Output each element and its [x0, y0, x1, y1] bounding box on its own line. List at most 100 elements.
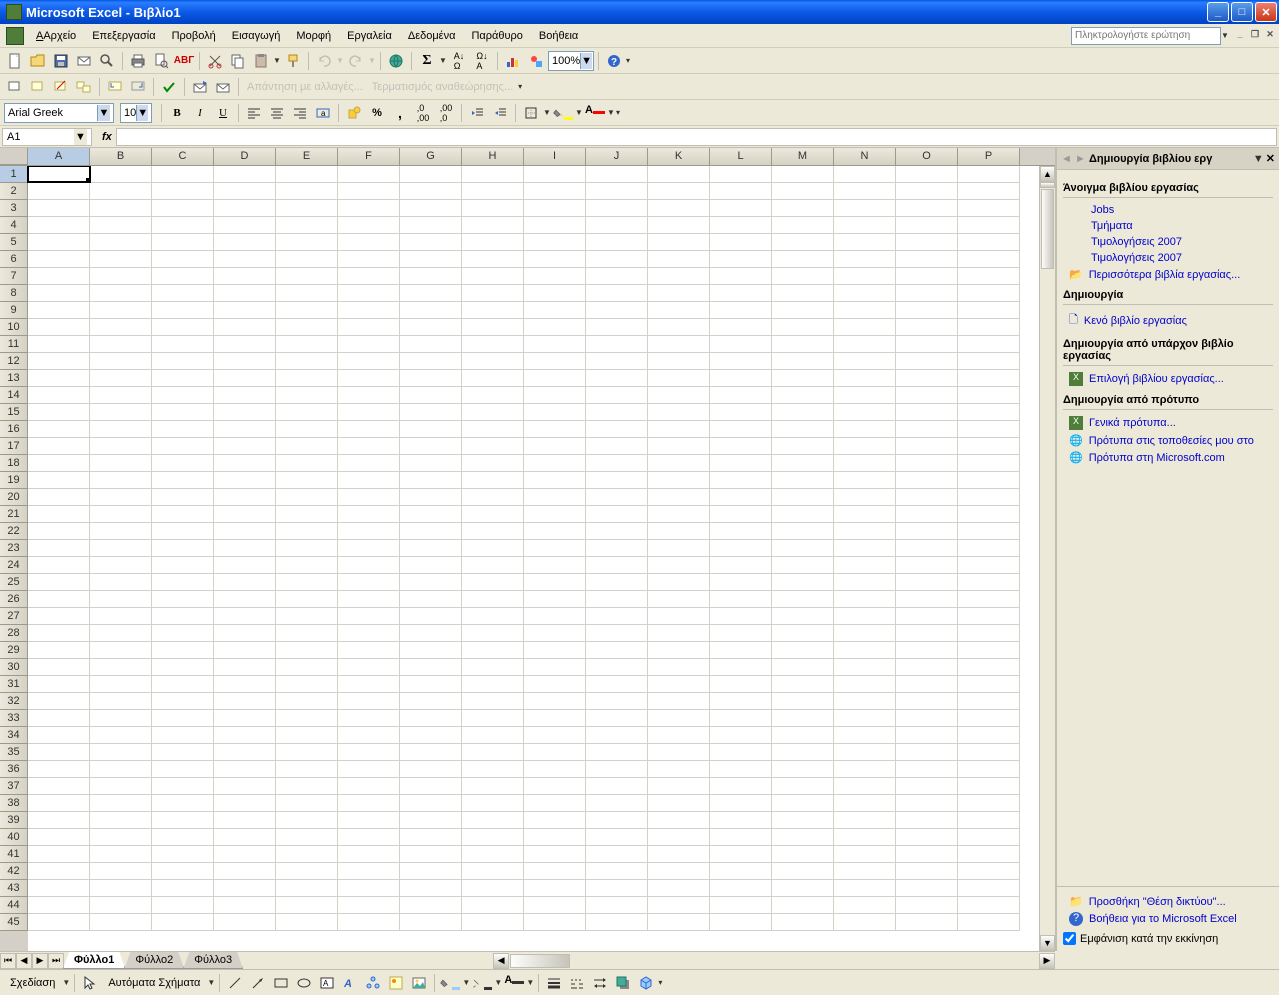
- italic-button[interactable]: I: [189, 102, 211, 124]
- cell[interactable]: [214, 421, 276, 438]
- cell[interactable]: [710, 863, 772, 880]
- cell[interactable]: [834, 591, 896, 608]
- cell[interactable]: [28, 319, 90, 336]
- cell[interactable]: [524, 795, 586, 812]
- cell[interactable]: [710, 268, 772, 285]
- percent-button[interactable]: %: [366, 102, 388, 124]
- cell[interactable]: [152, 370, 214, 387]
- cell[interactable]: [772, 404, 834, 421]
- row-header-13[interactable]: 13: [0, 370, 28, 387]
- cell[interactable]: [400, 812, 462, 829]
- sheet-tab-3[interactable]: Φύλλο3: [183, 952, 243, 969]
- cell[interactable]: [586, 744, 648, 761]
- cell[interactable]: [524, 863, 586, 880]
- cell[interactable]: [648, 880, 710, 897]
- cell[interactable]: [710, 234, 772, 251]
- cell[interactable]: [276, 795, 338, 812]
- cell[interactable]: [276, 353, 338, 370]
- tp-more-workbooks[interactable]: 📂Περισσότερα βιβλία εργασίας...: [1063, 266, 1273, 283]
- cell[interactable]: [896, 370, 958, 387]
- cell[interactable]: [28, 761, 90, 778]
- tp-general-templates[interactable]: XΓενικά πρότυπα...: [1063, 414, 1273, 432]
- cell[interactable]: [586, 625, 648, 642]
- cell[interactable]: [834, 540, 896, 557]
- thousands-button[interactable]: ,: [389, 102, 411, 124]
- cell[interactable]: [338, 234, 400, 251]
- save-button[interactable]: [50, 50, 72, 72]
- row-header-20[interactable]: 20: [0, 489, 28, 506]
- cell[interactable]: [90, 625, 152, 642]
- cell[interactable]: [214, 268, 276, 285]
- cell[interactable]: [28, 234, 90, 251]
- cell[interactable]: [90, 608, 152, 625]
- cell[interactable]: [958, 523, 1020, 540]
- cell[interactable]: [524, 710, 586, 727]
- cell[interactable]: [338, 642, 400, 659]
- row-header-28[interactable]: 28: [0, 625, 28, 642]
- cell[interactable]: [400, 710, 462, 727]
- scroll-thumb-v[interactable]: [1041, 189, 1054, 269]
- cell[interactable]: [462, 234, 524, 251]
- cell[interactable]: [648, 608, 710, 625]
- cell[interactable]: [400, 897, 462, 914]
- cell[interactable]: [834, 574, 896, 591]
- drawing-toggle-button[interactable]: [525, 50, 547, 72]
- cell[interactable]: [710, 914, 772, 931]
- cell[interactable]: [338, 880, 400, 897]
- cell[interactable]: [586, 523, 648, 540]
- wordart-button[interactable]: A: [339, 972, 361, 994]
- cell[interactable]: [586, 710, 648, 727]
- cell[interactable]: [586, 506, 648, 523]
- copy-button[interactable]: [227, 50, 249, 72]
- cell[interactable]: [648, 693, 710, 710]
- cell[interactable]: [214, 897, 276, 914]
- borders-dropdown-icon[interactable]: ▼: [543, 108, 551, 117]
- format-painter-button[interactable]: [282, 50, 304, 72]
- cell[interactable]: [834, 336, 896, 353]
- row-header-42[interactable]: 42: [0, 863, 28, 880]
- cell[interactable]: [710, 880, 772, 897]
- cell[interactable]: [834, 285, 896, 302]
- cell[interactable]: [524, 455, 586, 472]
- row-header-21[interactable]: 21: [0, 506, 28, 523]
- cell[interactable]: [586, 472, 648, 489]
- cell[interactable]: [152, 914, 214, 931]
- cell[interactable]: [586, 302, 648, 319]
- cell[interactable]: [338, 523, 400, 540]
- cell[interactable]: [28, 829, 90, 846]
- cell[interactable]: [462, 608, 524, 625]
- cell[interactable]: [896, 914, 958, 931]
- cell[interactable]: [90, 200, 152, 217]
- row-header-17[interactable]: 17: [0, 438, 28, 455]
- cell[interactable]: [152, 676, 214, 693]
- cell[interactable]: [90, 642, 152, 659]
- cell[interactable]: [834, 166, 896, 183]
- cell[interactable]: [28, 404, 90, 421]
- row-header-8[interactable]: 8: [0, 285, 28, 302]
- cell[interactable]: [152, 353, 214, 370]
- cell[interactable]: [152, 761, 214, 778]
- cell[interactable]: [152, 404, 214, 421]
- cell[interactable]: [958, 319, 1020, 336]
- cell[interactable]: [834, 319, 896, 336]
- underline-button[interactable]: U: [212, 102, 234, 124]
- cell[interactable]: [710, 761, 772, 778]
- cell[interactable]: [772, 812, 834, 829]
- show-startup-checkbox[interactable]: [1063, 932, 1076, 945]
- cell[interactable]: [90, 880, 152, 897]
- cell[interactable]: [152, 642, 214, 659]
- col-header-N[interactable]: N: [834, 148, 896, 165]
- cell[interactable]: [152, 336, 214, 353]
- cell[interactable]: [462, 710, 524, 727]
- decrease-indent-button[interactable]: [466, 102, 488, 124]
- cell[interactable]: [400, 829, 462, 846]
- cell[interactable]: [958, 404, 1020, 421]
- cell[interactable]: [834, 608, 896, 625]
- tp-show-startup[interactable]: Εμφάνιση κατά την εκκίνηση: [1063, 932, 1273, 945]
- menu-file[interactable]: ΑΑρχείο: [28, 28, 84, 44]
- cell[interactable]: [958, 574, 1020, 591]
- cell[interactable]: [834, 812, 896, 829]
- cell[interactable]: [834, 693, 896, 710]
- cell[interactable]: [586, 217, 648, 234]
- cell[interactable]: [524, 812, 586, 829]
